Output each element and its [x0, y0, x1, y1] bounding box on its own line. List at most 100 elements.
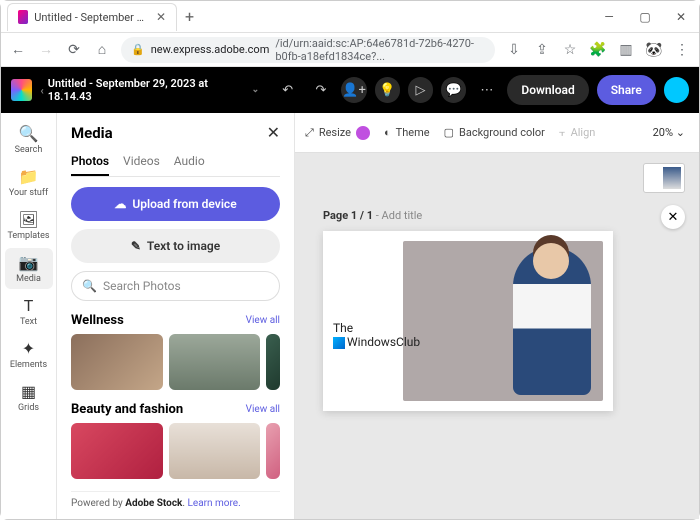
tab-audio[interactable]: Audio: [174, 148, 205, 176]
close-window-button[interactable]: ✕: [663, 1, 699, 33]
share-button[interactable]: Share: [597, 75, 656, 105]
user-avatar[interactable]: [664, 77, 689, 103]
rail-text[interactable]: TText: [5, 291, 53, 332]
rail-templates[interactable]: 🖼Templates: [5, 205, 53, 246]
tab-favicon: [18, 10, 28, 24]
more-icon[interactable]: ⋯: [474, 77, 499, 103]
ai-icon: ✎: [131, 239, 141, 253]
stock-photo-thumb[interactable]: [169, 423, 261, 479]
window-titlebar: Untitled - September 29, 2023 a ✕ + — ▢ …: [1, 1, 699, 33]
url-path: /id/urn:aaid:sc:AP:64e6781d-72b6-4270-b0…: [275, 37, 485, 63]
rail-media[interactable]: 📷Media: [5, 248, 53, 289]
app-header: ‹ Untitled - September 29, 2023 at 18.14…: [1, 67, 699, 113]
text-to-image-button[interactable]: ✎ Text to image: [71, 229, 280, 263]
new-tab-button[interactable]: +: [185, 7, 194, 26]
elements-icon: ✦: [22, 339, 35, 358]
canvas-area: ⤢Resize ◐Theme ▢Background color ⫟Align …: [295, 113, 699, 519]
close-tab-icon[interactable]: ✕: [156, 10, 166, 24]
browser-tab[interactable]: Untitled - September 29, 2023 a ✕: [7, 3, 177, 31]
undo-icon[interactable]: ↶: [275, 77, 300, 103]
document-title: Untitled - September 29, 2023 at 18.14.4…: [48, 77, 248, 103]
close-page-button[interactable]: ✕: [661, 205, 685, 229]
browser-menu-icon[interactable]: ⋮: [673, 41, 691, 59]
beauty-thumbs: [71, 423, 280, 479]
upload-icon: ☁︎: [114, 197, 126, 211]
chevron-down-icon: ⌄: [252, 85, 260, 95]
stock-photo-thumb[interactable]: [71, 334, 163, 390]
close-panel-icon[interactable]: ✕: [267, 123, 280, 142]
address-bar[interactable]: 🔒 new.express.adobe.com/id/urn:aaid:sc:A…: [121, 37, 495, 63]
left-rail: 🔍Search 📁Your stuff 🖼Templates 📷Media TT…: [1, 113, 57, 519]
learn-more-link[interactable]: Learn more.: [188, 498, 241, 509]
wellness-thumbs: [71, 334, 280, 390]
align-tool: ⫟Align: [559, 126, 595, 140]
browser-toolbar: ← → ⟳ ⌂ 🔒 new.express.adobe.com/id/urn:a…: [1, 33, 699, 67]
back-icon[interactable]: ←: [9, 41, 27, 59]
rail-search[interactable]: 🔍Search: [5, 119, 53, 160]
bookmark-icon[interactable]: ☆: [561, 41, 579, 59]
premium-badge: [356, 126, 370, 140]
comment-icon[interactable]: 💬: [441, 77, 466, 103]
install-icon[interactable]: ⇩: [505, 41, 523, 59]
folder-icon: 📁: [19, 167, 39, 186]
align-icon: ⫟: [559, 126, 566, 140]
home-icon[interactable]: ⌂: [93, 41, 111, 59]
bgcolor-icon: ▢: [444, 126, 454, 139]
search-placeholder: Search Photos: [103, 279, 181, 293]
media-tabs: Photos Videos Audio: [71, 148, 280, 177]
bgcolor-tool[interactable]: ▢Background color: [444, 126, 545, 139]
chevron-left-icon: ‹: [40, 84, 43, 97]
watermark: The WindowsClub: [333, 321, 420, 350]
present-icon[interactable]: ▷: [408, 77, 433, 103]
theme-tool[interactable]: ◐Theme: [384, 126, 430, 139]
page-thumbnail[interactable]: [643, 163, 685, 193]
extensions-icon[interactable]: 🧩: [589, 41, 607, 59]
breadcrumb[interactable]: ‹ Untitled - September 29, 2023 at 18.14…: [40, 77, 259, 103]
upload-button[interactable]: ☁︎ Upload from device: [71, 187, 280, 221]
stock-photo-thumb[interactable]: [266, 423, 280, 479]
workspace: 🔍Search 📁Your stuff 🖼Templates 📷Media TT…: [1, 113, 699, 519]
tab-photos[interactable]: Photos: [71, 148, 109, 176]
lock-icon: 🔒: [131, 43, 145, 56]
canvas-page[interactable]: The WindowsClub: [323, 231, 613, 411]
rail-grids[interactable]: ▦Grids: [5, 377, 53, 418]
zoom-dropdown[interactable]: 20% ⌄: [653, 126, 689, 139]
section-wellness-title: Wellness: [71, 313, 124, 328]
stock-photo-thumb[interactable]: [71, 423, 163, 479]
canvas-toolbar: ⤢Resize ◐Theme ▢Background color ⫟Align …: [295, 113, 699, 153]
adobe-express-logo[interactable]: [11, 79, 32, 101]
redo-icon[interactable]: ↷: [308, 77, 333, 103]
grids-icon: ▦: [21, 382, 36, 401]
reading-list-icon[interactable]: ▥: [617, 41, 635, 59]
character-artwork: [513, 247, 591, 395]
reload-icon[interactable]: ⟳: [65, 41, 83, 59]
tab-videos[interactable]: Videos: [123, 148, 160, 176]
page-label[interactable]: Page 1 / 1 - Add title: [323, 209, 422, 222]
download-button[interactable]: Download: [507, 75, 588, 105]
tab-title: Untitled - September 29, 2023 a: [34, 11, 146, 24]
wellness-view-all[interactable]: View all: [246, 315, 280, 326]
rail-your-stuff[interactable]: 📁Your stuff: [5, 162, 53, 203]
invite-icon[interactable]: 👤+: [341, 77, 366, 103]
section-beauty-title: Beauty and fashion: [71, 402, 183, 417]
stock-photo-thumb[interactable]: [169, 334, 261, 390]
maximize-button[interactable]: ▢: [627, 1, 663, 33]
beauty-view-all[interactable]: View all: [246, 404, 280, 415]
help-icon[interactable]: 💡: [375, 77, 400, 103]
rail-elements[interactable]: ✦Elements: [5, 334, 53, 375]
placed-image[interactable]: [403, 241, 603, 401]
search-icon: 🔍: [19, 124, 39, 143]
search-photos-input[interactable]: 🔍 Search Photos: [71, 271, 280, 301]
theme-icon: ◐: [384, 126, 391, 139]
minimize-button[interactable]: —: [591, 1, 627, 33]
panel-title: Media: [71, 124, 113, 142]
stock-photo-thumb[interactable]: [266, 334, 280, 390]
chevron-down-icon: ⌄: [676, 126, 685, 139]
profile-avatar-icon[interactable]: 🐼: [645, 41, 663, 59]
url-domain: new.express.adobe.com: [151, 43, 270, 56]
text-icon: T: [24, 296, 34, 315]
share-url-icon[interactable]: ⇪: [533, 41, 551, 59]
resize-tool[interactable]: ⤢Resize: [305, 126, 370, 140]
logo-square-icon: [333, 337, 345, 349]
window-controls: — ▢ ✕: [591, 1, 699, 33]
